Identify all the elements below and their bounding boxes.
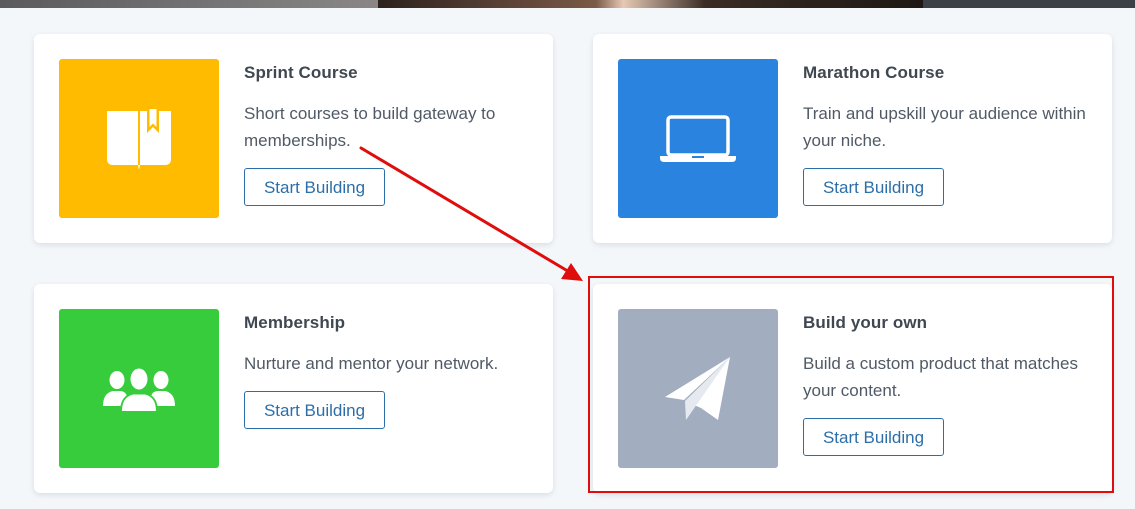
marathon-course-tile: [618, 59, 778, 218]
product-card-build-your-own: Build your own Build a custom product th…: [593, 284, 1112, 493]
laptop-icon: [659, 114, 737, 163]
card-description: Train and upskill your audience within y…: [803, 104, 1086, 150]
start-building-button[interactable]: Start Building: [803, 418, 944, 456]
start-building-button[interactable]: Start Building: [803, 168, 944, 206]
start-building-button[interactable]: Start Building: [244, 168, 385, 206]
product-card-marathon-course: Marathon Course Train and upskill your a…: [593, 34, 1112, 243]
card-description: Nurture and mentor your network.: [244, 354, 499, 373]
start-building-button[interactable]: Start Building: [244, 391, 385, 429]
hero-image-strip: [0, 0, 1135, 8]
sprint-course-tile: [59, 59, 219, 218]
membership-tile: [59, 309, 219, 468]
product-card-sprint-course: Sprint Course Short courses to build gat…: [34, 34, 553, 243]
users-icon: [103, 366, 175, 412]
card-title: Build your own: [803, 313, 928, 332]
card-title: Sprint Course: [244, 63, 358, 82]
card-description: Short courses to build gateway to member…: [244, 104, 496, 150]
card-title: Marathon Course: [803, 63, 945, 82]
product-type-page: Sprint Course Short courses to build gat…: [0, 0, 1135, 509]
card-title: Membership: [244, 313, 346, 332]
paper-plane-icon: [664, 356, 732, 422]
book-icon: [105, 108, 173, 169]
card-description: Build a custom product that matches your…: [803, 354, 1078, 400]
product-card-membership: Membership Nurture and mentor your netwo…: [34, 284, 553, 493]
build-your-own-tile: [618, 309, 778, 468]
